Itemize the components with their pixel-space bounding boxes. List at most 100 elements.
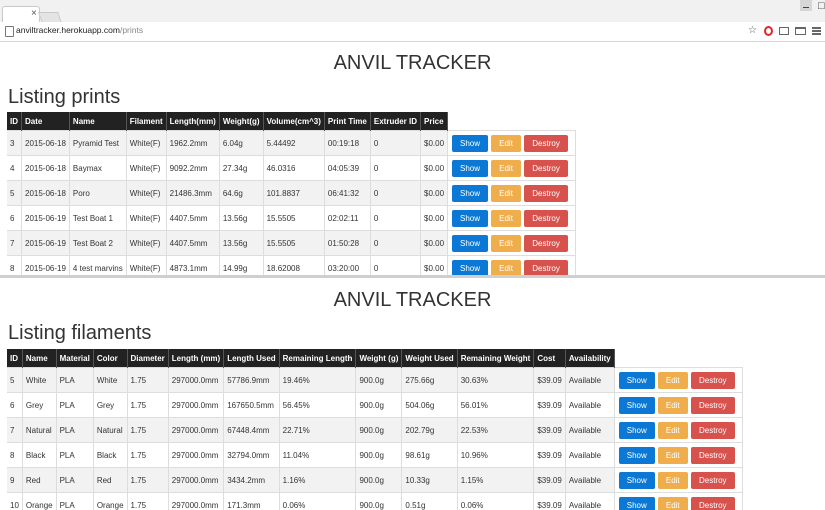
edit-button[interactable]: Edit [657, 446, 688, 464]
row-actions: Show Edit Destroy [447, 255, 577, 275]
destroy-button[interactable]: Destroy [524, 259, 569, 275]
table-cell: $0.00 [420, 155, 449, 181]
row-actions: Show Edit Destroy [614, 367, 743, 393]
table-cell: 0.51g [401, 492, 458, 510]
table-cell: 56.45% [279, 392, 357, 418]
table-cell: 504.06g [401, 392, 458, 418]
show-button[interactable]: Show [452, 234, 489, 252]
table-cell: 14.99g [219, 255, 264, 275]
edit-button[interactable]: Edit [491, 234, 522, 252]
table-cell: $0.00 [420, 180, 449, 206]
table-cell: 9 [7, 467, 23, 493]
table-cell: Orange [93, 492, 128, 510]
url-path: /prints [119, 25, 144, 35]
destroy-button[interactable]: Destroy [690, 371, 735, 389]
show-button[interactable]: Show [618, 396, 655, 414]
table-cell: $39.09 [533, 367, 566, 393]
cast-icon[interactable] [795, 26, 806, 35]
table-cell: 1.75 [127, 392, 169, 418]
table-cell: 1.16% [279, 467, 357, 493]
show-button[interactable]: Show [452, 159, 489, 177]
table-cell: PLA [56, 492, 94, 510]
table-cell: 0 [370, 180, 422, 206]
edit-button[interactable]: Edit [491, 209, 522, 227]
browser-menu-icon[interactable] [812, 26, 821, 35]
destroy-button[interactable]: Destroy [690, 471, 735, 489]
table-cell: 297000.0mm [168, 442, 225, 468]
column-header: Name [22, 349, 57, 368]
extension-icon[interactable] [779, 26, 789, 35]
edit-button[interactable]: Edit [491, 134, 522, 152]
destroy-button[interactable]: Destroy [524, 159, 569, 177]
table-cell: 1.75 [127, 367, 169, 393]
column-header: Length Used [223, 349, 280, 368]
table-cell: Natural [93, 417, 128, 443]
table-header-row: ID Date Name Filament Length(mm) Weight(g) Vol… [7, 112, 576, 131]
show-button[interactable]: Show [618, 371, 655, 389]
table-cell: 1.15% [457, 467, 535, 493]
table-cell: Available [565, 467, 615, 493]
bookmark-star-icon[interactable]: ☆ [747, 25, 758, 36]
column-header: ID [7, 112, 22, 131]
show-button[interactable]: Show [452, 134, 489, 152]
prints-table: ID Date Name Filament Length(mm) Weight(g) Vol… [7, 112, 577, 275]
table-cell: 10.96% [457, 442, 535, 468]
edit-button[interactable]: Edit [657, 396, 688, 414]
row-actions: Show Edit Destroy [447, 180, 577, 206]
show-button[interactable]: Show [452, 259, 489, 275]
table-cell: 4 [7, 155, 22, 181]
table-cell: 4 test marvins [69, 255, 127, 275]
show-button[interactable]: Show [618, 471, 655, 489]
edit-button[interactable]: Edit [657, 421, 688, 439]
show-button[interactable]: Show [452, 209, 489, 227]
edit-button[interactable]: Edit [657, 496, 688, 510]
table-cell: 900.0g [355, 367, 403, 393]
window-maximize-icon[interactable]: □ [818, 0, 825, 12]
tab-close-icon[interactable]: × [31, 9, 37, 19]
show-button[interactable]: Show [618, 421, 655, 439]
address-bar[interactable]: anviltracker.herokuapp.com/prints ☆ [0, 22, 825, 42]
table-cell: Grey [93, 392, 128, 418]
table-cell: PLA [56, 417, 94, 443]
edit-button[interactable]: Edit [491, 159, 522, 177]
edit-button[interactable]: Edit [657, 371, 688, 389]
destroy-button[interactable]: Destroy [690, 496, 735, 510]
table-cell: 2015-06-19 [21, 230, 70, 256]
table-cell: White [22, 367, 57, 393]
table-cell: 297000.0mm [168, 392, 225, 418]
page-icon [5, 26, 14, 37]
destroy-button[interactable]: Destroy [524, 209, 569, 227]
destroy-button[interactable]: Destroy [524, 184, 569, 202]
destroy-button[interactable]: Destroy [690, 396, 735, 414]
url-text[interactable]: anviltracker.herokuapp.com/prints [16, 25, 143, 35]
table-cell: 4407.5mm [166, 205, 220, 231]
table-cell: 2015-06-19 [21, 205, 70, 231]
show-button[interactable]: Show [618, 496, 655, 510]
table-cell: 297000.0mm [168, 367, 225, 393]
table-cell: $39.09 [533, 392, 566, 418]
edit-button[interactable]: Edit [491, 184, 522, 202]
table-cell: 297000.0mm [168, 467, 225, 493]
url-host: anviltracker.herokuapp.com [16, 25, 120, 35]
table-cell: White(F) [126, 130, 167, 156]
table-cell: PLA [56, 367, 94, 393]
opera-extension-icon[interactable] [764, 25, 773, 36]
destroy-button[interactable]: Destroy [690, 446, 735, 464]
table-cell: 21486.3mm [166, 180, 220, 206]
window-minimize-icon[interactable] [800, 0, 812, 11]
column-header: Remaining Weight [457, 349, 535, 368]
table-cell: 1.75 [127, 442, 169, 468]
table-row: 7 Natural PLA Natural 1.75 297000.0mm 67448.4m… [7, 417, 743, 443]
edit-button[interactable]: Edit [491, 259, 522, 275]
destroy-button[interactable]: Destroy [524, 234, 569, 252]
row-actions: Show Edit Destroy [447, 155, 577, 181]
destroy-button[interactable]: Destroy [690, 421, 735, 439]
show-button[interactable]: Show [618, 446, 655, 464]
column-header: Price [420, 112, 449, 131]
table-cell: 15.5505 [263, 205, 325, 231]
edit-button[interactable]: Edit [657, 471, 688, 489]
show-button[interactable]: Show [452, 184, 489, 202]
table-cell: 06:41:32 [324, 180, 371, 206]
table-cell: White(F) [126, 230, 167, 256]
destroy-button[interactable]: Destroy [524, 134, 569, 152]
